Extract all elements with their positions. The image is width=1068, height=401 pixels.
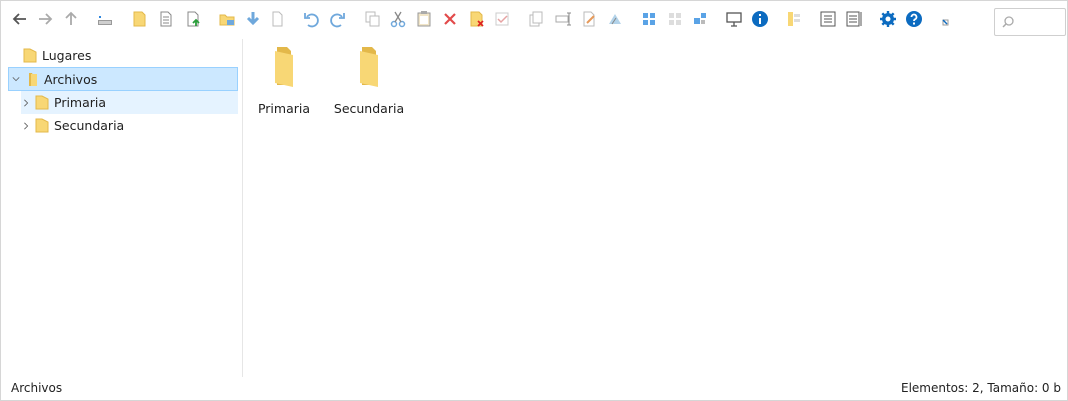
select-icon[interactable]	[492, 9, 512, 29]
upload-icon[interactable]	[183, 9, 203, 29]
new-file-icon[interactable]	[156, 9, 176, 29]
folder-item[interactable]: Primaria	[244, 43, 324, 123]
folder-icon	[35, 118, 49, 133]
status-path: Archivos	[11, 381, 63, 395]
up-icon[interactable]	[61, 9, 81, 29]
forward-icon[interactable]	[35, 9, 55, 29]
paste-icon[interactable]	[414, 9, 434, 29]
redo-icon[interactable]	[328, 9, 348, 29]
tree-item-label: Secundaria	[54, 118, 125, 133]
minimize-icon[interactable]	[934, 9, 954, 29]
tree-item-secundaria[interactable]: Secundaria	[21, 114, 124, 137]
open-icon[interactable]	[217, 9, 237, 29]
small-icons-view-icon[interactable]	[690, 9, 710, 29]
settings-icon[interactable]	[878, 9, 898, 29]
extract-icon[interactable]	[605, 9, 625, 29]
chevron-down-icon[interactable]	[11, 74, 21, 84]
tree-item-archivos[interactable]: Archivos	[8, 67, 238, 91]
medium-icons-view-icon[interactable]	[665, 9, 685, 29]
tree-item-label: Archivos	[44, 71, 98, 87]
folder-name: Secundaria	[333, 101, 405, 116]
columns-icon[interactable]	[784, 9, 804, 29]
folder-tree: Lugares Archivos Primaria Secundaria	[1, 39, 243, 377]
remove-icon[interactable]	[467, 9, 487, 29]
folder-item[interactable]: Secundaria	[329, 43, 409, 123]
tree-item-label: Lugares	[42, 48, 92, 63]
details-view-icon[interactable]	[844, 9, 864, 29]
search-box[interactable]	[994, 8, 1066, 36]
preview-icon[interactable]	[724, 9, 744, 29]
folder-icon	[360, 47, 378, 87]
help-icon[interactable]	[904, 9, 924, 29]
edit-icon[interactable]	[579, 9, 599, 29]
folder-name: Primaria	[257, 101, 311, 116]
folder-icon	[23, 48, 37, 63]
folder-icon	[275, 47, 293, 87]
folder-icon	[35, 95, 49, 110]
file-icon[interactable]	[267, 9, 287, 29]
status-summary: Elementos: 2, Tamaño: 0 b	[900, 381, 1061, 395]
delete-icon[interactable]	[440, 9, 460, 29]
copy-icon[interactable]	[362, 9, 382, 29]
cut-icon[interactable]	[388, 9, 408, 29]
file-manager-window: Lugares Archivos Primaria Secundaria Pri…	[0, 0, 1068, 401]
new-folder-icon[interactable]	[130, 9, 150, 29]
duplicate-icon[interactable]	[526, 9, 546, 29]
toolbar	[1, 1, 1067, 39]
back-icon[interactable]	[10, 9, 30, 29]
drive-icon[interactable]	[95, 9, 115, 29]
file-list: Primaria Secundaria	[244, 39, 1066, 377]
download-icon[interactable]	[243, 9, 263, 29]
info-icon[interactable]	[750, 9, 770, 29]
chevron-right-icon[interactable]	[21, 121, 31, 131]
open-folder-icon	[29, 72, 37, 86]
status-bar: Archivos Elementos: 2, Tamaño: 0 b	[1, 377, 1067, 400]
tree-item-primaria[interactable]: Primaria	[21, 91, 238, 114]
list-view-icon[interactable]	[818, 9, 838, 29]
rename-icon[interactable]	[553, 9, 573, 29]
undo-icon[interactable]	[301, 9, 321, 29]
tree-item-lugares[interactable]: Lugares	[23, 44, 91, 67]
chevron-right-icon[interactable]	[21, 98, 31, 108]
search-input[interactable]	[995, 9, 1065, 35]
large-icons-view-icon[interactable]	[639, 9, 659, 29]
tree-item-label: Primaria	[54, 95, 107, 110]
